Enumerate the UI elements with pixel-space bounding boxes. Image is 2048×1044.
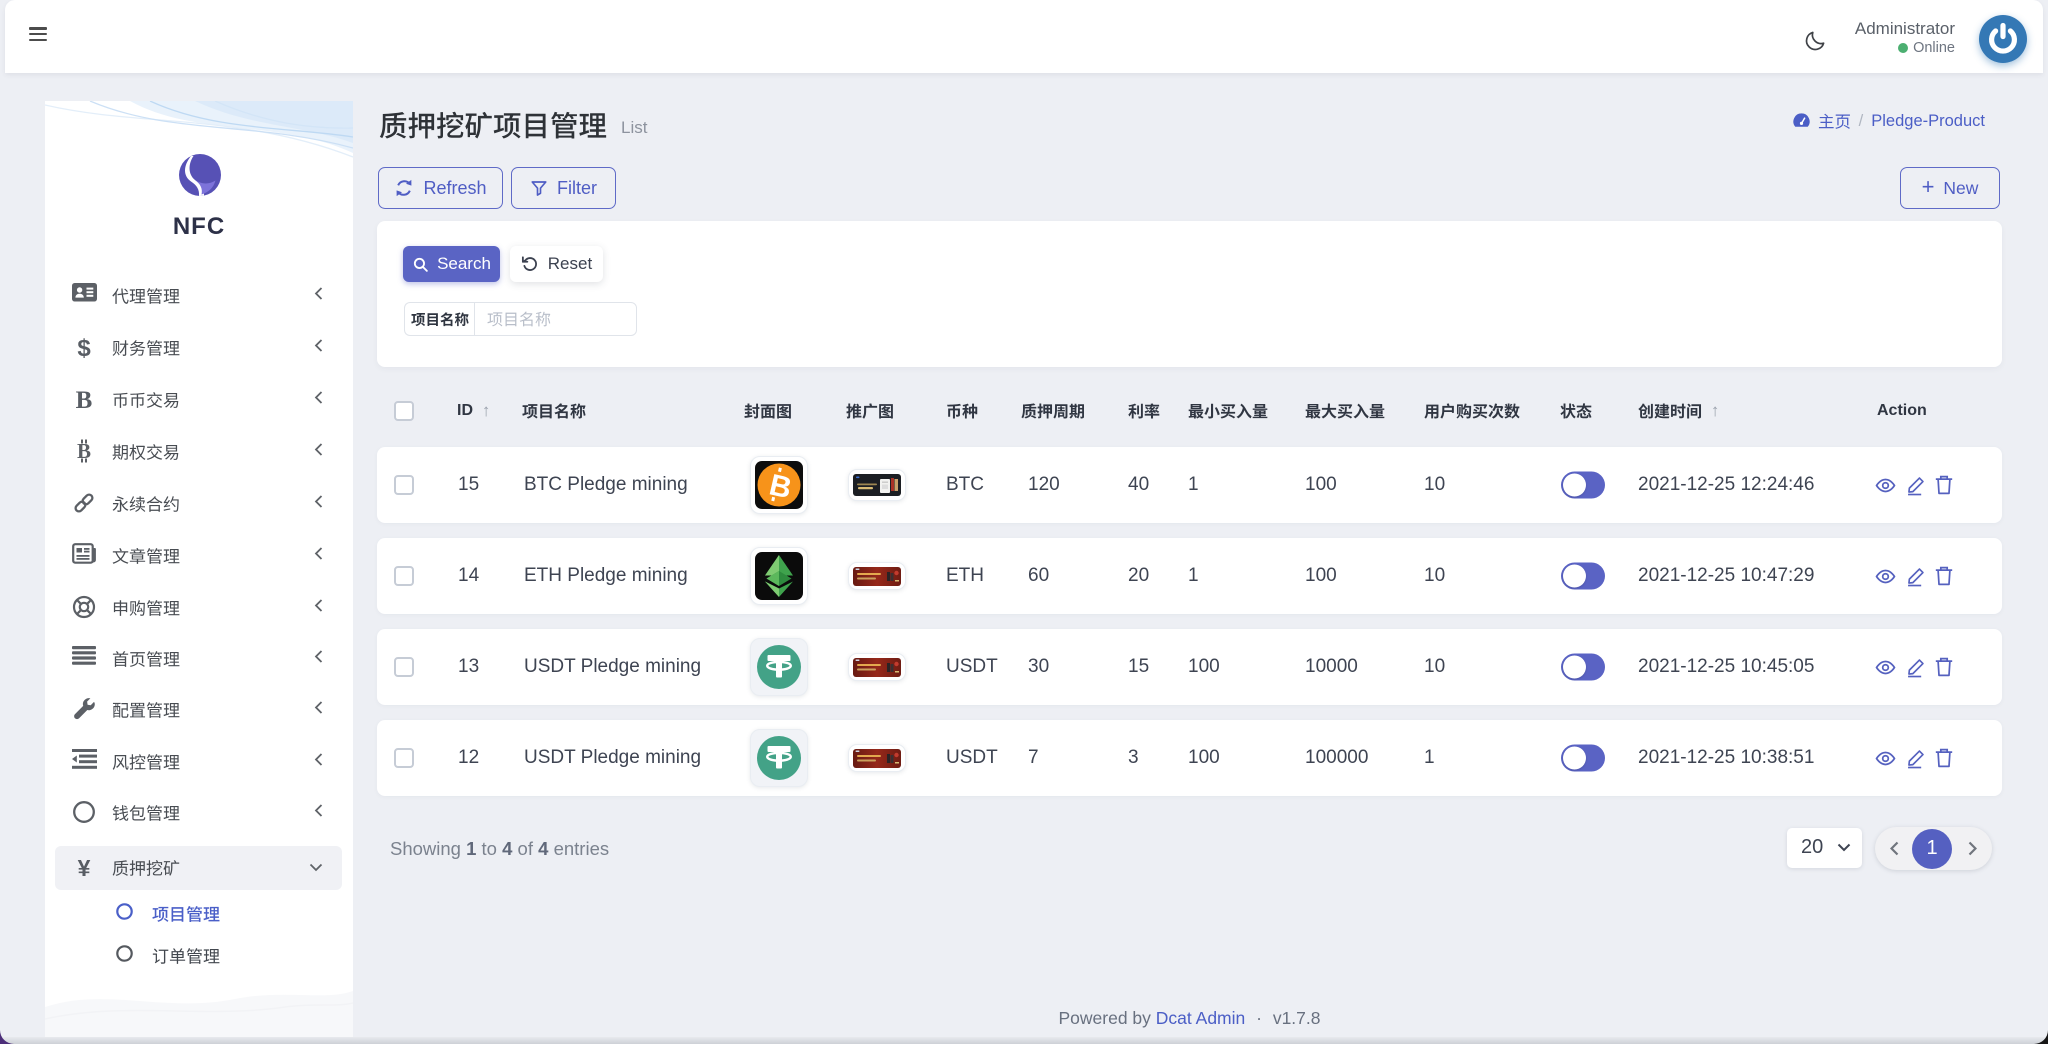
svg-text:B: B	[77, 439, 91, 463]
